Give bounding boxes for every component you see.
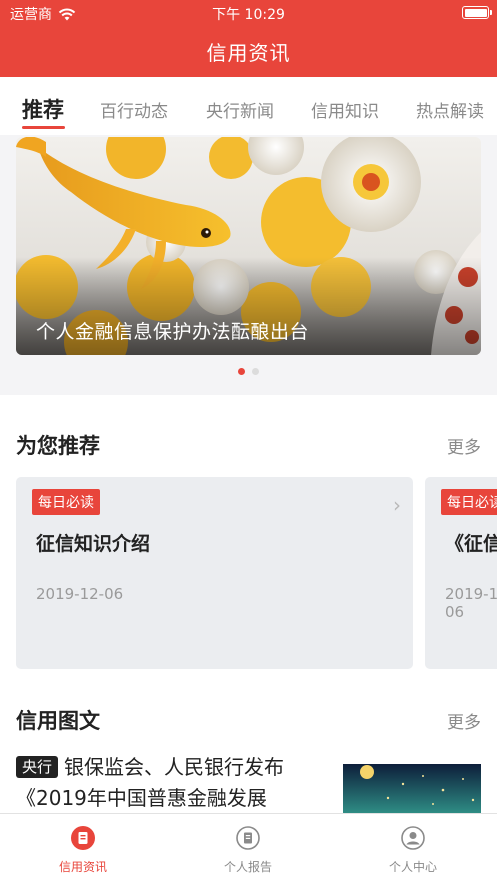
tabbar-item-profile[interactable]: 个人中心 [363,826,463,875]
active-tab-indicator [22,126,65,129]
user-icon [401,826,425,850]
banner-slide[interactable]: 个人金融信息保护办法酝酿出台 [16,137,481,355]
card-title: 征信知识介绍 [36,533,151,555]
tabbar-label: 个人中心 [388,860,437,874]
banner-area: 个人金融信息保护办法酝酿出台 [0,135,497,395]
tab-central-bank[interactable]: 央行新闻 [206,97,274,122]
infographic-more-link[interactable]: 更多 [447,708,481,733]
card-date: 2019-12-06 [445,585,497,621]
tabbar-item-report[interactable]: 个人报告 [198,826,298,875]
tabbar-label: 个人报告 [223,860,272,874]
recommend-section-title: 为您推荐 [16,434,100,458]
recommend-card[interactable]: 每日必读 › 征信知识介绍 2019-12-06 [16,477,413,669]
pagination-dot-active[interactable] [238,368,245,375]
category-tabs: 推荐 百行动态 央行新闻 信用知识 热点解读 [0,77,497,135]
banner-pagination [0,368,497,375]
article-thumbnail[interactable] [343,764,481,814]
news-icon [71,826,95,850]
recommend-more-link[interactable]: 更多 [447,433,481,458]
tab-hot-topics[interactable]: 热点解读 [416,97,484,122]
daily-read-tag: 每日必读 [32,489,100,515]
night-scene-image [343,764,481,814]
status-bar: 运营商 下午 10:29 [0,0,497,26]
battery-icon [462,6,492,19]
banner-caption: 个人金融信息保护办法酝酿出台 [36,321,310,343]
pagination-dot[interactable] [252,368,259,375]
page-title: 信用资讯 [206,41,291,65]
source-badge: 央行 [16,756,59,778]
chevron-right-icon: › [393,493,401,517]
recommend-card[interactable]: 每日必读 《征信业管理条例》 2019-12-06 [425,477,497,669]
card-date: 2019-12-06 [36,585,124,603]
report-icon [236,826,260,850]
card-title: 《征信业管理条例》 [445,533,497,555]
tab-industry[interactable]: 百行动态 [100,97,168,122]
tabbar-label: 信用资讯 [58,860,107,874]
top-bar: 运营商 下午 10:29 信用资讯 [0,0,497,77]
status-time: 下午 10:29 [212,7,285,23]
tab-credit-knowledge[interactable]: 信用知识 [311,97,379,122]
tab-recommend[interactable]: 推荐 [22,94,64,124]
infographic-section-title: 信用图文 [16,709,100,733]
article-item[interactable]: 央行 银保监会、人民银行发布《2019年中国普惠金融发展 [16,752,316,814]
bottom-tab-bar: 信用资讯 个人报告 个人中心 [0,813,497,883]
tabbar-item-news[interactable]: 信用资讯 [33,826,133,875]
daily-read-tag: 每日必读 [441,489,497,515]
